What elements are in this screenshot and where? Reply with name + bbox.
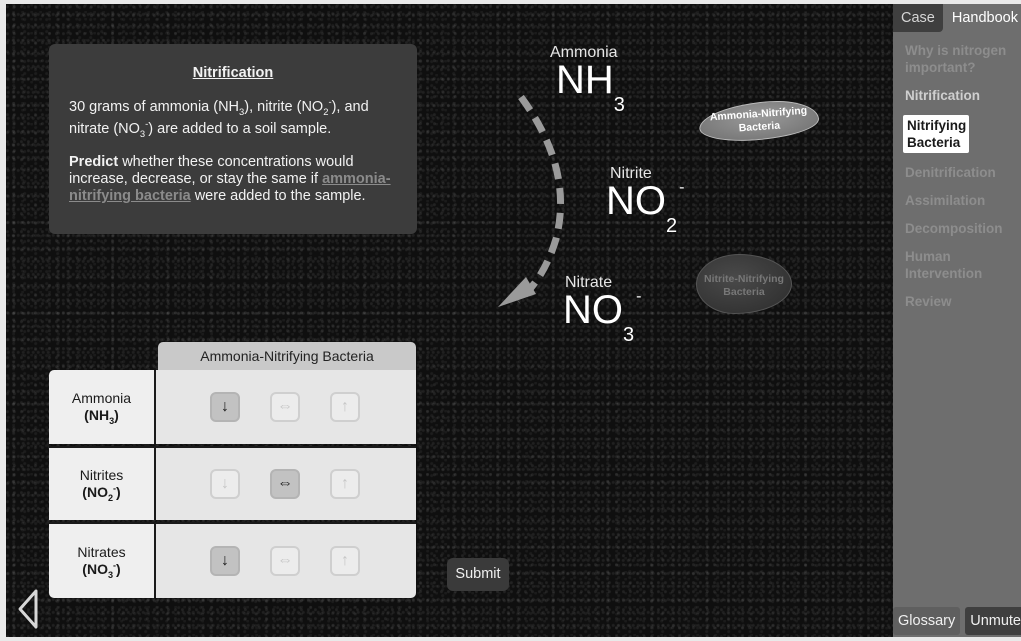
nitrite-nitrifying-bacteria[interactable]: Nitrite-Nitrifying Bacteria — [696, 254, 792, 314]
handbook-sidebar: Case Handbook Why is nitrogen important?… — [893, 4, 1021, 637]
unmute-button[interactable]: Unmute — [965, 607, 1021, 635]
cycle-arrow-icon — [498, 94, 565, 307]
info-card: Nitrification 30 grams of ammonia (NH3),… — [49, 44, 417, 234]
arrow-down-icon: ↓ — [221, 552, 229, 569]
submit-button[interactable]: Submit — [447, 558, 509, 591]
stay-same-button[interactable]: ⇔ — [270, 469, 300, 499]
nitrate-node: Nitrate NO3- — [563, 274, 642, 346]
sidebar-item-decomposition[interactable]: Decomposition — [905, 220, 1021, 237]
table-row-nitrites: Nitrites (NO2-) ↓ ⇔ ↑ — [49, 446, 416, 520]
arrow-left-right-icon: ⇔ — [277, 552, 293, 569]
arrow-up-icon: ↑ — [341, 475, 349, 492]
nitrite-node: Nitrite NO2- — [606, 165, 685, 237]
table-row-ammonia: Ammonia (NH3) ↓ ⇔ ↑ — [49, 370, 416, 444]
ammonia-formula: NH3 — [556, 58, 625, 116]
arrow-left-right-icon: ⇔ — [277, 475, 293, 492]
arrow-up-icon: ↑ — [341, 398, 349, 415]
decrease-button[interactable]: ↓ — [210, 392, 240, 422]
ammonia-nitrifying-bacteria[interactable]: Ammonia-Nitrifying Bacteria — [697, 97, 821, 145]
increase-button[interactable]: ↑ — [330, 469, 360, 499]
handbook-nav: Why is nitrogen important? Nitrification… — [893, 32, 1021, 310]
sidebar-item-review[interactable]: Review — [905, 293, 1021, 310]
increase-button[interactable]: ↑ — [330, 392, 360, 422]
tab-case[interactable]: Case — [893, 4, 943, 32]
sidebar-item-assimilation[interactable]: Assimilation — [905, 192, 1021, 209]
arrow-up-icon: ↑ — [341, 552, 349, 569]
decrease-button[interactable]: ↓ — [210, 469, 240, 499]
sidebar-item-human-intervention[interactable]: Human Intervention — [905, 248, 995, 282]
info-title: Nitrification — [192, 65, 274, 81]
table-column-header: Ammonia-Nitrifying Bacteria — [158, 342, 416, 370]
arrow-left-right-icon: ⇔ — [277, 398, 293, 415]
nitrite-formula: NO2- — [606, 179, 685, 237]
info-prompt: Predict whether these concentrations wou… — [69, 154, 391, 204]
arrow-down-icon: ↓ — [221, 475, 229, 492]
table-row-nitrates: Nitrates (NO3-) ↓ ⇔ ↑ — [49, 522, 416, 598]
sidebar-item-why-nitrogen[interactable]: Why is nitrogen important? — [905, 42, 1021, 76]
app-frame: Nitrification 30 grams of ammonia (NH3),… — [6, 4, 1021, 637]
info-scenario: 30 grams of ammonia (NH3), nitrite (NO2-… — [69, 96, 369, 139]
ammonia-node: Ammonia NH3 — [550, 44, 625, 116]
sidebar-item-nitrification[interactable]: Nitrification — [905, 87, 1021, 104]
stay-same-button[interactable]: ⇔ — [270, 392, 300, 422]
sidebar-item-nitrifying-bacteria[interactable]: Nitrifying Bacteria — [903, 115, 969, 153]
main-stage: Nitrification 30 grams of ammonia (NH3),… — [6, 4, 893, 637]
increase-button[interactable]: ↑ — [330, 546, 360, 576]
sidebar-item-denitrification[interactable]: Denitrification — [905, 164, 1021, 181]
nitrate-formula: NO3- — [563, 288, 642, 346]
sidebar-tabs: Case Handbook — [893, 4, 1021, 32]
glossary-button[interactable]: Glossary — [893, 607, 961, 635]
back-arrow-icon[interactable] — [16, 588, 40, 630]
stay-same-button[interactable]: ⇔ — [270, 546, 300, 576]
arrow-down-icon: ↓ — [221, 398, 229, 415]
tab-handbook[interactable]: Handbook — [943, 4, 1021, 32]
decrease-button[interactable]: ↓ — [210, 546, 240, 576]
